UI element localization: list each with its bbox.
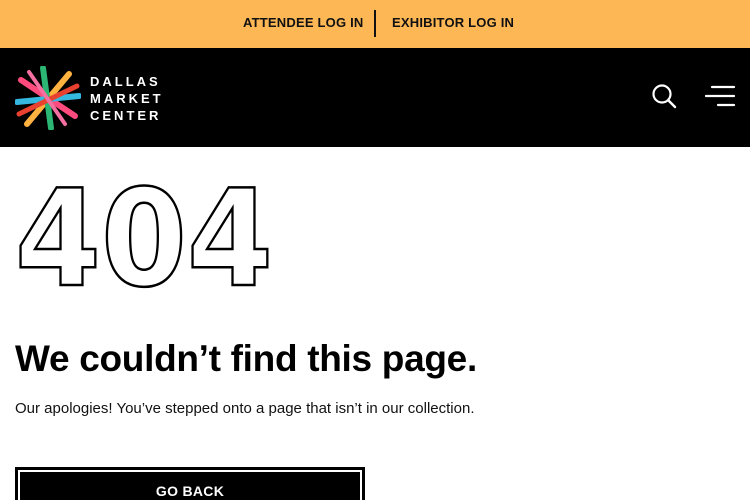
- go-back-label: GO BACK: [20, 472, 360, 500]
- error-code-text: 404: [15, 170, 273, 300]
- menu-icon: [704, 85, 736, 107]
- search-button[interactable]: [651, 83, 677, 109]
- attendee-login-link[interactable]: ATTENDEE LOG IN: [243, 15, 363, 30]
- exhibitor-login-link[interactable]: EXHIBITOR LOG IN: [392, 15, 514, 30]
- page-title: We couldn’t find this page.: [15, 338, 477, 379]
- go-back-button[interactable]: GO BACK: [15, 467, 365, 500]
- login-divider: [374, 10, 376, 37]
- site-header: DALLAS MARKET CENTER: [0, 48, 750, 147]
- logo-mark-icon: [15, 66, 81, 130]
- logo-text: DALLAS MARKET CENTER: [90, 73, 164, 124]
- logo-line-2: MARKET: [90, 91, 164, 106]
- error-code-graphic: 404: [14, 160, 275, 319]
- login-bar: ATTENDEE LOG IN EXHIBITOR LOG IN: [0, 0, 750, 48]
- search-icon: [652, 84, 677, 109]
- dallas-market-center-logo[interactable]: DALLAS MARKET CENTER: [15, 66, 165, 130]
- error-code: 404: [14, 160, 295, 319]
- logo-line-3: CENTER: [90, 108, 162, 123]
- menu-button[interactable]: [704, 85, 736, 107]
- logo-line-1: DALLAS: [90, 74, 161, 89]
- error-message: Our apologies! You’ve stepped onto a pag…: [15, 400, 475, 417]
